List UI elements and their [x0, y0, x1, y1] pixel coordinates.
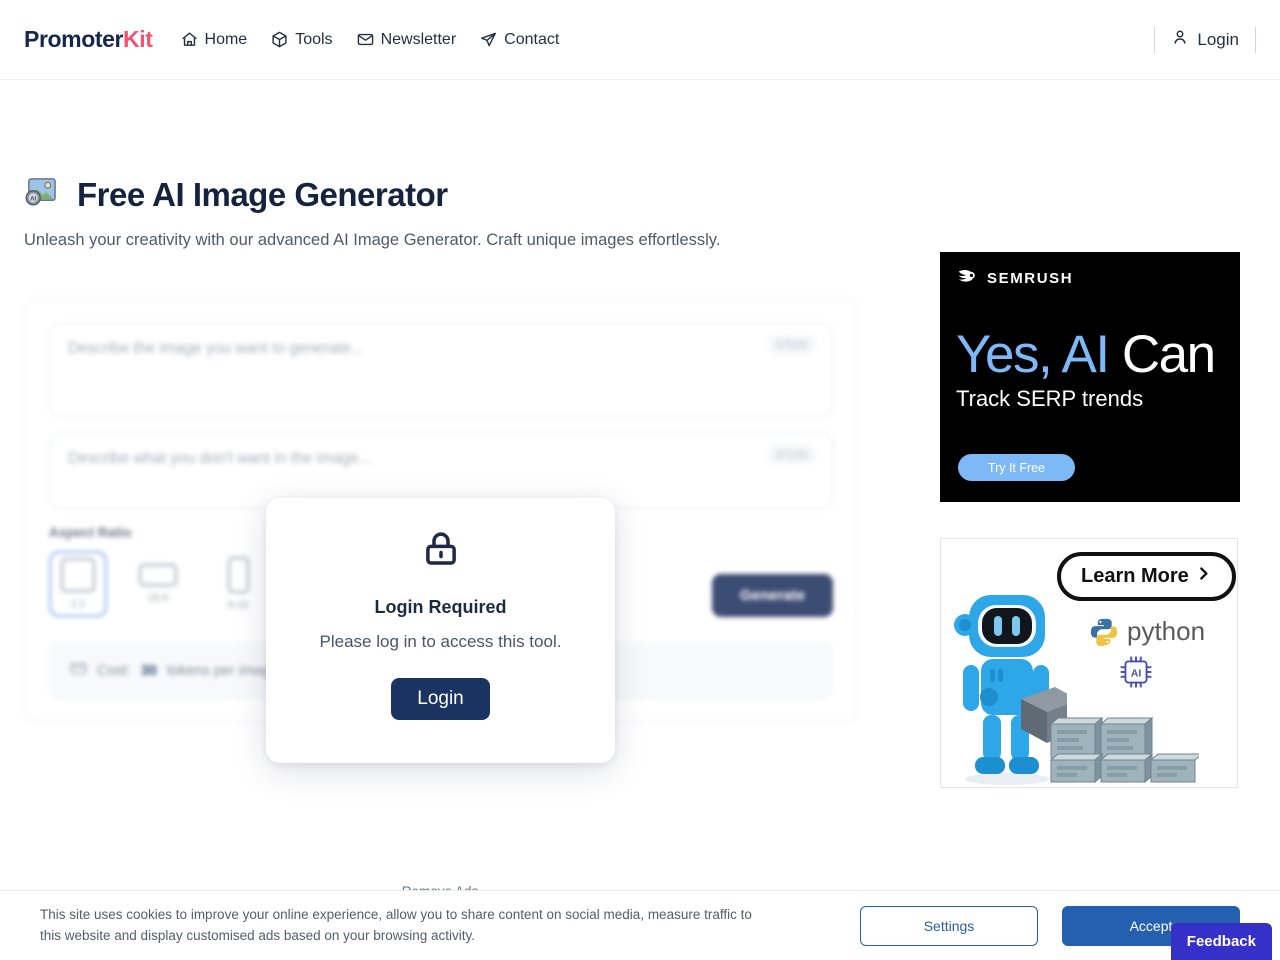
aspect-ratio-option-1-1[interactable]: 1:1: [49, 551, 107, 617]
mail-icon: [357, 31, 374, 48]
sidebar-ads: SEMRUSH Yes, AI Can Track SERP trends Tr…: [940, 252, 1240, 788]
header-divider-right: [1255, 26, 1256, 53]
logo-primary: Promoter: [24, 26, 124, 52]
server-stack-illustration: [1049, 684, 1204, 787]
chevron-right-icon: [1195, 565, 1212, 588]
send-icon: [480, 31, 497, 48]
cookie-consent-bar: This site uses cookies to improve your o…: [0, 890, 1280, 960]
nav-item-newsletter[interactable]: Newsletter: [357, 30, 457, 49]
modal-login-button[interactable]: Login: [391, 678, 490, 720]
header-right: Login: [1154, 26, 1256, 53]
nav-label-contact: Contact: [504, 30, 560, 48]
page-title: Free AI Image Generator: [77, 176, 448, 213]
lock-icon: [420, 528, 462, 575]
aspect-ratio-caption-9-16: 9:16: [227, 599, 249, 611]
nav-item-tools[interactable]: Tools: [271, 30, 333, 49]
site-logo[interactable]: PromoterKit: [24, 26, 153, 53]
aspect-ratio-caption-16-9: 16:9: [147, 592, 169, 604]
semrush-logo: SEMRUSH: [958, 268, 1073, 288]
cookie-settings-button[interactable]: Settings: [860, 905, 1038, 946]
credit-card-icon: [70, 660, 87, 681]
learn-more-button[interactable]: Learn More: [1057, 552, 1236, 601]
nav-label-home: Home: [204, 30, 248, 48]
cookie-text: This site uses cookies to improve your o…: [40, 907, 752, 943]
nav-item-home[interactable]: Home: [181, 30, 248, 49]
semrush-cta-button[interactable]: Try It Free: [958, 454, 1075, 481]
aspect-ratio-group: Aspect Ratio 1:1 16:9 9:16: [49, 525, 267, 617]
python-icon: [1090, 618, 1118, 646]
semrush-mark-icon: [958, 268, 978, 288]
nav-label-tools: Tools: [295, 30, 333, 48]
modal-message: Please log in to access this tool.: [319, 632, 562, 651]
page-title-row: AI Free AI Image Generator: [24, 176, 858, 214]
aspect-ratio-caption-1-1: 1:1: [70, 598, 86, 610]
main-nav: Home Tools Newsletter Contact: [181, 30, 559, 49]
landscape-shape-icon: [139, 564, 177, 586]
generate-button[interactable]: Generate: [711, 574, 833, 617]
semrush-brand: SEMRUSH: [987, 269, 1074, 287]
aspect-ratio-option-9-16[interactable]: 9:16: [209, 551, 267, 617]
aspect-ratio-list: 1:1 16:9 9:16: [49, 551, 267, 617]
cost-prefix: Cost:: [97, 662, 131, 679]
semrush-headline-blue: Yes, AI: [956, 325, 1110, 384]
aspect-ratio-option-16-9[interactable]: 16:9: [129, 551, 187, 617]
learn-more-label: Learn More: [1081, 565, 1189, 587]
nav-item-contact[interactable]: Contact: [480, 31, 559, 49]
feedback-tab[interactable]: Feedback: [1170, 923, 1272, 960]
aspect-ratio-label: Aspect Ratio: [49, 525, 132, 540]
image-ai-icon: AI: [24, 177, 57, 213]
logo-accent: Kit: [123, 26, 153, 52]
home-icon: [181, 31, 198, 48]
portrait-shape-icon: [227, 557, 249, 593]
semrush-subhead: Track SERP trends: [956, 386, 1144, 411]
page-subtitle: Unleash your creativity with our advance…: [24, 231, 721, 249]
header-login-label: Login: [1197, 29, 1239, 49]
semrush-ad[interactable]: SEMRUSH Yes, AI Can Track SERP trends Tr…: [940, 252, 1240, 502]
site-header: PromoterKit Home Tools Newsletter Contac…: [0, 0, 1280, 80]
header-login-link[interactable]: Login: [1155, 28, 1255, 51]
nav-label-newsletter: Newsletter: [380, 30, 457, 48]
python-logo: python: [1089, 616, 1205, 647]
square-shape-icon: [61, 558, 95, 592]
user-icon: [1171, 28, 1189, 51]
svg-text:AI: AI: [30, 197, 36, 203]
python-label: python: [1127, 616, 1206, 646]
prompt-field-wrap: Describe the image you want to generate.…: [49, 323, 833, 417]
prompt-counter: 0/500: [768, 335, 815, 354]
cube-icon: [271, 31, 288, 48]
page-body: AI Free AI Image Generator Unleash your …: [0, 80, 1280, 960]
svg-text:AI: AI: [1131, 667, 1142, 679]
login-required-modal: Login Required Please log in to access t…: [266, 498, 615, 763]
prompt-input[interactable]: Describe the image you want to generate.…: [49, 323, 833, 417]
negative-prompt-counter: 0/100: [768, 445, 815, 464]
cost-suffix: tokens per image: [166, 662, 279, 679]
modal-title: Login Required: [374, 597, 507, 617]
semrush-headline: Yes, AI Can: [956, 324, 1216, 385]
semrush-headline-white: Can: [1121, 325, 1216, 384]
cost-amount: 30: [140, 662, 157, 679]
robot-server-ad[interactable]: Learn More python AI: [940, 538, 1238, 788]
